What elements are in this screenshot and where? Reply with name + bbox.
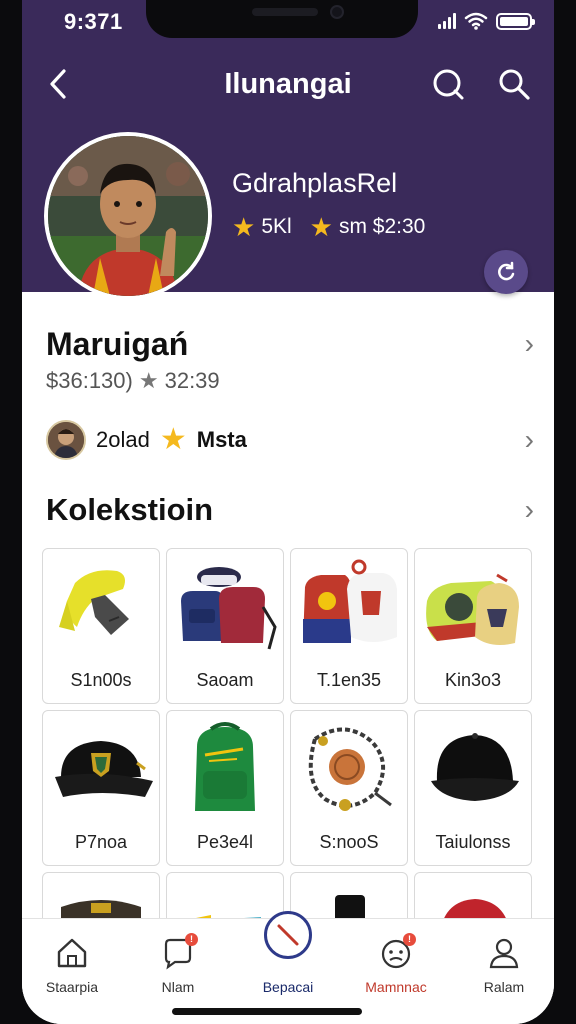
status-time: 9:371 [64,9,123,34]
tab-label: Bepacai [262,979,314,995]
collection-grid: S1n00s Saoam T.1en35 Kin3o3 P7noa Pe3e4l… [42,548,538,932]
refresh-button[interactable] [484,250,528,294]
section-subtitle: $36:130) ★ 32:39 [46,368,220,394]
collection-card[interactable]: Kin3o3 [414,548,532,704]
profile-stat-1: 5Kl [261,215,292,238]
black-cap-icon [431,733,519,801]
home-icon [57,938,87,968]
item-label: T.1en35 [316,670,382,690]
user-count: 2olad [96,427,150,452]
item-label: Saoam [196,670,254,690]
tab-messages[interactable]: ! Nlam [128,933,228,995]
profile-stats: ★ 5Kl ★ sm $2:30 [232,214,425,240]
item-label: S1n00s [70,670,132,690]
avatar-photo [48,136,208,296]
section-title[interactable]: Maruigań [46,326,188,363]
tab-label: Nlam [161,979,195,995]
tab-label: Mamnnac [365,979,427,995]
user-avatar [46,420,86,460]
back-button[interactable] [40,66,76,102]
pennant-icon [426,573,519,645]
star-icon: ★ [159,423,187,456]
scarf-icon [59,570,129,635]
tab-profile[interactable]: Ralam [454,933,554,995]
collection-card[interactable]: Pe3e4l [166,710,284,866]
home-indicator[interactable] [172,1008,362,1015]
refresh-icon [498,261,515,281]
star-icon: ★ [232,212,256,242]
collection-title[interactable]: Kolekstioin [46,492,213,528]
status-icons [438,12,535,30]
collection-card[interactable]: Taiulonss [414,710,532,866]
item-label: Pe3e4l [196,832,254,852]
tab-label: Ralam [483,979,525,995]
chat-search-button[interactable] [430,66,466,102]
collection-card[interactable]: S1n00s [42,548,160,704]
profile-name: GdrahplasRel [232,168,398,198]
bags-icon [181,567,277,650]
front-camera [330,5,344,19]
profile-stat-2: sm $2:30 [338,215,426,238]
collection-card[interactable]: Saoam [166,548,284,704]
section-price: $36:130) [46,368,133,393]
battery-icon [496,12,535,30]
item-label: Kin3o3 [444,670,502,690]
notification-badge: ! [185,933,198,946]
bracelet-icon [308,727,392,811]
notification-badge: ! [403,933,416,946]
item-label: P7noa [74,832,128,852]
search-icon [499,69,530,100]
chevron-right-icon[interactable]: › [525,328,534,360]
section-rating: 32:39 [164,368,220,393]
tab-label: Staarpia [45,979,99,995]
profile-header: 9:371 Ilunangai GdrahplasRel ★ 5Kl ★ sm … [22,0,554,300]
center-icon [277,924,299,946]
cap-icon [55,741,153,797]
chevron-right-icon[interactable]: › [525,424,534,456]
backpack-icon [195,722,255,811]
tab-notifications[interactable]: ! Mamnnac [346,933,446,995]
jersey-tags-icon [303,559,397,643]
wifi-icon [464,12,488,30]
user-row[interactable]: 2olad ★ Msta [46,420,247,460]
cellular-signal-icon [438,13,456,29]
phone-frame: 9:371 Ilunangai GdrahplasRel ★ 5Kl ★ sm … [0,0,576,1024]
tab-center[interactable]: Bepacai [240,905,336,1001]
search-button[interactable] [496,66,532,102]
tab-home[interactable]: Staarpia [22,933,122,995]
collection-card[interactable]: P7noa [42,710,160,866]
item-label: S:nooS [319,832,379,852]
page-title: Ilunangai [224,68,352,100]
app-screen: 9:371 Ilunangai GdrahplasRel ★ 5Kl ★ sm … [22,0,554,1024]
star-icon: ★ [138,368,159,393]
star-icon: ★ [309,212,333,242]
chevron-left-icon [50,69,66,99]
device-notch [146,0,418,38]
profile-avatar[interactable] [44,132,212,300]
speaker-grille [252,8,318,16]
chevron-right-icon[interactable]: › [525,494,534,526]
collection-card[interactable]: S:nooS [290,710,408,866]
chat-search-icon [433,69,464,100]
profile-icon [489,938,519,969]
item-label: Taiulonss [435,832,511,852]
collection-card[interactable]: T.1en35 [290,548,408,704]
user-tag: Msta [196,427,247,452]
